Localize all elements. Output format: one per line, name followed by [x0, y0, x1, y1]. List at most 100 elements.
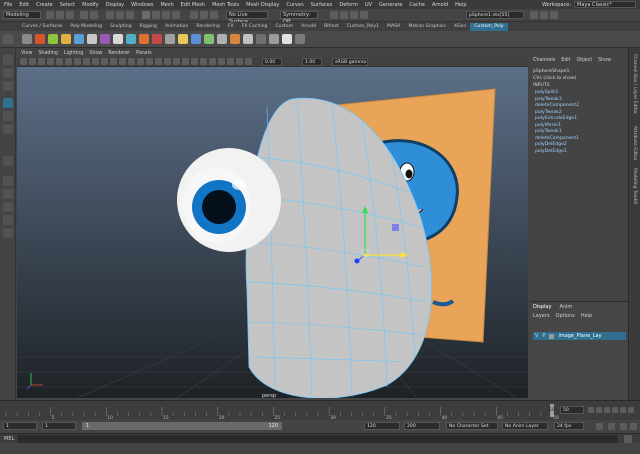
step-back-icon[interactable] [596, 407, 602, 413]
viewport-toolbar-icon[interactable] [236, 58, 243, 65]
step-forward-icon[interactable] [620, 407, 626, 413]
shelf-tool-icon[interactable] [152, 34, 162, 44]
time-slider[interactable]: 5 10 15 20 25 30 35 40 45 50 50 50 [0, 400, 640, 421]
workspace-selector[interactable]: Workspace: Maya Classic* [542, 1, 636, 8]
lasso-tool-icon[interactable] [3, 68, 13, 78]
layer-visibility-toggle[interactable]: V [535, 333, 538, 339]
select-object-icon[interactable] [116, 11, 124, 19]
shelf-tool-icon[interactable] [165, 34, 175, 44]
viewport-menu-shading[interactable]: Shading [38, 51, 58, 56]
shelf-tool-icon[interactable] [269, 34, 279, 44]
viewport-toolbar-icon[interactable] [74, 58, 81, 65]
script-editor-icon[interactable] [624, 435, 632, 443]
viewport-toolbar-icon[interactable] [191, 58, 198, 65]
menu-surfaces[interactable]: Surfaces [311, 2, 333, 8]
uv-mode-icon[interactable] [172, 11, 180, 19]
channel-box-menu-object[interactable]: Object [577, 58, 593, 66]
loop-icon[interactable] [596, 423, 603, 430]
render-icon[interactable] [330, 11, 338, 19]
shelf-tool-icon[interactable] [48, 34, 58, 44]
select-hierarchy-icon[interactable] [106, 11, 114, 19]
history-node[interactable]: polyExtrudeEdge1 [535, 116, 577, 121]
eyeball-mesh[interactable] [177, 148, 281, 252]
channel-box-menu-channels[interactable]: Channels [533, 58, 555, 66]
anim-layer-dropdown[interactable]: No Anim Layer [502, 422, 548, 430]
fps-dropdown[interactable]: 24 fps [554, 422, 584, 430]
viewport-toolbar-icon[interactable] [245, 58, 252, 65]
layer-row[interactable]: V P image_Plane_Lay [533, 332, 626, 340]
ipr-render-icon[interactable] [340, 11, 348, 19]
keyframe-icon[interactable] [620, 423, 627, 430]
side-tab-attribute-editor[interactable]: Attribute Editor [632, 126, 637, 161]
shelf-tab-fx[interactable]: FX [224, 23, 238, 31]
shelf-tool-icon[interactable] [217, 34, 227, 44]
shelf-tool-icon[interactable] [295, 34, 305, 44]
history-node[interactable]: polyTweak2 [535, 110, 562, 115]
cvs-label[interactable]: CVs (click to show) [533, 76, 576, 81]
viewport-toolbar-icon[interactable] [56, 58, 63, 65]
persp-outliner-layout-icon[interactable] [3, 202, 13, 212]
shelf-tab-poly-modeling[interactable]: Poly Modeling [66, 23, 106, 31]
shelf-tool-icon[interactable] [87, 34, 97, 44]
menu-help[interactable]: Help [455, 2, 466, 8]
shelf-tool-icon[interactable] [178, 34, 188, 44]
history-node[interactable]: polyDelEdge2 [535, 142, 567, 147]
gamma-field[interactable]: 1.00 [302, 58, 322, 66]
move-tool-icon[interactable] [3, 98, 13, 108]
playback-start-field[interactable]: 1 [42, 422, 76, 430]
history-node[interactable]: polyTweak1 [535, 129, 562, 134]
four-view-layout-icon[interactable] [3, 189, 13, 199]
menu-create[interactable]: Create [36, 2, 53, 8]
snap-curve-icon[interactable] [200, 11, 208, 19]
viewport-scene[interactable]: persp [17, 67, 528, 398]
viewport-toolbar-icon[interactable] [65, 58, 72, 65]
single-perspective-layout-icon[interactable] [3, 176, 13, 186]
viewport-toolbar-icon[interactable] [101, 58, 108, 65]
menu-mesh[interactable]: Mesh [160, 2, 173, 8]
menu-mesh-tools[interactable]: Mesh Tools [212, 2, 239, 8]
current-time-field[interactable]: 50 [560, 406, 584, 414]
edge-mode-icon[interactable] [152, 11, 160, 19]
shelf-tab-curves-surfaces[interactable]: Curves / Surfaces [18, 23, 66, 31]
paint-select-tool-icon[interactable] [3, 81, 13, 91]
scale-tool-icon[interactable] [3, 124, 13, 134]
perspective-viewport[interactable]: persp [17, 67, 528, 398]
play-forward-icon[interactable] [612, 407, 618, 413]
range-bar[interactable]: 1 120 [82, 422, 282, 430]
menu-uv[interactable]: UV [365, 2, 372, 8]
viewport-toolbar-icon[interactable] [92, 58, 99, 65]
shelf-tab-fx-caching[interactable]: FX Caching [238, 23, 272, 31]
rotate-tool-icon[interactable] [3, 111, 13, 121]
layer-menu-help[interactable]: Help [581, 313, 592, 319]
viewport-toolbar-icon[interactable] [227, 58, 234, 65]
menu-select[interactable]: Select [60, 2, 75, 8]
layer-playback-toggle[interactable]: P [542, 333, 545, 339]
viewport-toolbar-icon[interactable] [173, 58, 180, 65]
history-node[interactable]: deleteComponent2 [535, 103, 579, 108]
viewport-toolbar-icon[interactable] [137, 58, 144, 65]
live-surface-field[interactable]: No Live Surface [226, 11, 268, 25]
viewport-toolbar-icon[interactable] [20, 58, 27, 65]
shelf-tab-custom[interactable]: Custom [271, 23, 297, 31]
snap-grid-icon[interactable] [190, 11, 198, 19]
last-tool-icon[interactable] [3, 156, 13, 166]
save-scene-icon[interactable] [66, 11, 74, 19]
modeling-toolkit-icon[interactable] [530, 11, 538, 19]
shelf-tab-xgen[interactable]: XGen [450, 23, 470, 31]
viewport-toolbar-icon[interactable] [209, 58, 216, 65]
display-layers-tab[interactable]: Display [533, 304, 551, 310]
hypershade-icon[interactable] [360, 11, 368, 19]
history-node[interactable]: polySplit3 [535, 90, 558, 95]
shelf-tool-icon[interactable] [100, 34, 110, 44]
preferences-icon[interactable] [630, 423, 637, 430]
shelf-tool-icon[interactable] [256, 34, 266, 44]
side-tab-modeling-toolkit[interactable]: Modeling Toolkit [632, 168, 637, 204]
menu-modify[interactable]: Modify [82, 2, 99, 8]
history-node[interactable]: polyTweak3 [535, 97, 562, 102]
menu-display[interactable]: Display [106, 2, 124, 8]
animation-start-field[interactable]: 1 [3, 422, 37, 430]
menu-edit[interactable]: Edit [19, 2, 29, 8]
viewport-toolbar-icon[interactable] [47, 58, 54, 65]
sound-icon[interactable] [608, 423, 615, 430]
menu-windows[interactable]: Windows [131, 2, 153, 8]
